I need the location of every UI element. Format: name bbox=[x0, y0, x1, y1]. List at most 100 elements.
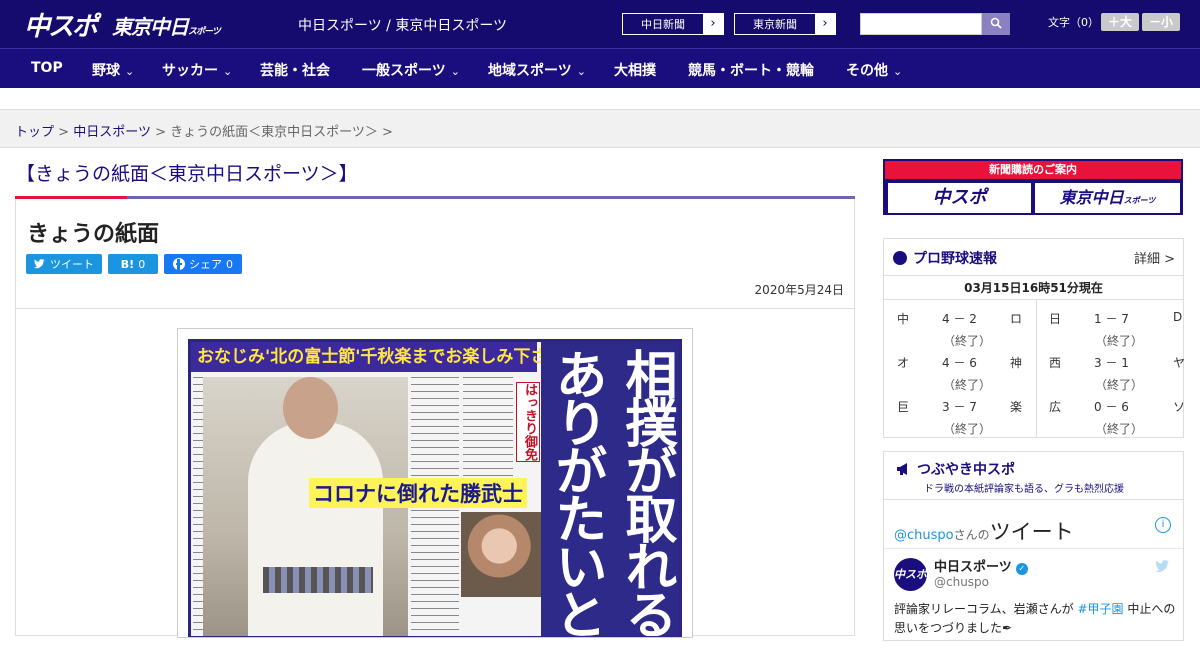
scores-timestamp: 03月15日16時51分現在 bbox=[884, 275, 1183, 300]
breadcrumb-separator: > bbox=[58, 125, 70, 140]
nav-item-label: 野球 bbox=[92, 63, 120, 79]
breadcrumb-bar: トップ > 中日スポーツ > きょうの紙面＜東京中日スポーツ＞ > bbox=[0, 110, 1200, 148]
game-score[interactable]: 中 4 － 2 ロ （終了） bbox=[897, 300, 1037, 348]
team-away: ロ bbox=[1010, 312, 1023, 326]
tweet-user-name-text: 中日スポーツ bbox=[934, 560, 1012, 575]
nav-item-top[interactable]: TOP bbox=[31, 60, 63, 76]
breadcrumb-chunichi-sports[interactable]: 中日スポーツ bbox=[73, 125, 151, 140]
breadcrumb-top[interactable]: トップ bbox=[15, 125, 54, 140]
facebook-share-label: シェア bbox=[189, 258, 222, 271]
chevron-down-icon: ⌄ bbox=[125, 65, 135, 78]
page-title: 【きょうの紙面＜東京中日スポーツ＞】 bbox=[16, 163, 358, 185]
twitter-bird-icon[interactable] bbox=[1155, 560, 1171, 573]
tokyo-chunichi-logo[interactable]: 東京中日スポーツ bbox=[112, 11, 221, 40]
tweet-button[interactable]: ツイート bbox=[26, 254, 102, 274]
hatena-icon: B! bbox=[120, 257, 135, 271]
sumo-photo bbox=[461, 512, 546, 597]
game-score-value: 0 － 6 bbox=[1094, 400, 1129, 414]
promo-tokyo-chunichi-small: スポーツ bbox=[1123, 196, 1156, 205]
nav-item-sumo[interactable]: 大相撲 bbox=[614, 60, 656, 80]
verified-badge-icon: ✓ bbox=[1015, 563, 1028, 575]
avatar[interactable]: 中スポ bbox=[894, 558, 927, 591]
facebook-icon bbox=[173, 258, 185, 270]
scores-title: プロ野球速報 bbox=[893, 248, 997, 268]
tweets-title: つぶやき中スポ bbox=[896, 459, 1015, 479]
team-away: 楽 bbox=[1010, 400, 1023, 414]
chevron-down-icon: ⌄ bbox=[450, 65, 460, 78]
tokyo-chunichi-logo-small: スポーツ bbox=[188, 27, 221, 37]
nav-item-general-sports[interactable]: 一般スポーツ ⌄ bbox=[362, 60, 460, 80]
tweet-user-handle[interactable]: @chuspo bbox=[934, 575, 989, 589]
game-score[interactable]: 巨 3 － 7 楽 （終了） bbox=[897, 388, 1037, 436]
search-input[interactable] bbox=[860, 13, 982, 35]
nav-item-other[interactable]: その他 ⌄ bbox=[846, 60, 902, 80]
divider bbox=[16, 308, 854, 309]
top-bar: 中スポ 東京中日スポーツ 中日スポーツ / 東京中日スポーツ 中日新聞 › 東京… bbox=[0, 0, 1200, 48]
nav-item-label: 競馬・ボート・競輪 bbox=[688, 63, 814, 79]
article-date: 2020年5月24日 bbox=[754, 283, 844, 297]
font-smaller-button[interactable]: －小 bbox=[1142, 13, 1180, 31]
newspaper-subheadline: コロナに倒れた勝武士 bbox=[309, 478, 527, 508]
twitter-widget: つぶやき中スポ ドラ戦の本紙評論家も語る、グラも熱烈応援 @chuspoさんのツ… bbox=[883, 451, 1184, 641]
team-home: 広 bbox=[1049, 400, 1062, 414]
nav-item-label: 芸能・社会 bbox=[260, 63, 330, 79]
font-bigger-button[interactable]: ＋大 bbox=[1101, 13, 1139, 31]
newspaper-big-headline-1: 相撲が取れる bbox=[611, 342, 679, 636]
twitter-bird-icon bbox=[34, 259, 45, 269]
breadcrumb-current: きょうの紙面＜東京中日スポーツ＞ bbox=[170, 125, 378, 140]
nav-item-label: TOP bbox=[31, 60, 63, 76]
tokyo-shimbun-button[interactable]: 東京新聞 › bbox=[734, 13, 836, 35]
scores-detail-link[interactable]: 詳細 > bbox=[1134, 248, 1175, 267]
tweet-text: 評論家リレーコラム、岩瀬さんが #甲子園 中止への思いをつづりました✒ bbox=[894, 600, 1178, 638]
nav-item-local-sports[interactable]: 地域スポーツ ⌄ bbox=[488, 60, 586, 80]
game-score[interactable]: 広 0 － 6 ソ （終了） bbox=[1049, 388, 1189, 436]
site-title[interactable]: 中日スポーツ / 東京中日スポーツ bbox=[298, 15, 507, 35]
nav-item-baseball[interactable]: 野球 ⌄ bbox=[92, 60, 134, 80]
pen-icon: ✒ bbox=[1002, 621, 1013, 635]
team-home: 中 bbox=[897, 312, 910, 326]
nav-item-label: サッカー bbox=[162, 63, 218, 79]
timeline-account-suffix: さんの bbox=[953, 528, 990, 542]
facebook-share-button[interactable]: シェア 0 bbox=[164, 254, 242, 274]
nav-item-label: 一般スポーツ bbox=[362, 63, 446, 79]
megaphone-icon bbox=[897, 463, 907, 475]
person-figure bbox=[248, 422, 383, 636]
chuspo-logo[interactable]: 中スポ bbox=[24, 6, 98, 43]
game-status: （終了） bbox=[943, 422, 992, 436]
chevron-right-icon: › bbox=[815, 14, 835, 34]
nav-item-label: 地域スポーツ bbox=[488, 63, 572, 79]
newspaper-front-page-image[interactable]: おなじみ'北の富士節'千秋楽までお楽しみ下さい コロナに倒れた勝武士 はっきり御… bbox=[177, 328, 693, 638]
promo-chuspo-logo[interactable]: 中スポ bbox=[888, 183, 1031, 213]
nav-item-entertainment[interactable]: 芸能・社会 bbox=[260, 60, 330, 80]
chevron-down-icon: ⌄ bbox=[893, 65, 903, 78]
search-icon bbox=[990, 17, 1002, 29]
subscription-promo[interactable]: 新聞購読のご案内 中スポ 東京中日スポーツ bbox=[883, 159, 1183, 215]
team-home: 巨 bbox=[897, 400, 910, 414]
chunichi-shimbun-button[interactable]: 中日新聞 › bbox=[622, 13, 724, 35]
tweets-title-text: つぶやき中スポ bbox=[917, 462, 1015, 478]
tweet-label: ツイート bbox=[50, 258, 94, 271]
breadcrumb-separator: > bbox=[382, 125, 393, 140]
newspaper-badge: はっきり御免 bbox=[516, 382, 540, 462]
tweet-user-name[interactable]: 中日スポーツ ✓ bbox=[934, 556, 1028, 575]
game-score[interactable]: 西 3 － 1 ヤ （終了） bbox=[1049, 344, 1189, 392]
team-home: 西 bbox=[1049, 356, 1062, 370]
hatena-count: 0 bbox=[138, 257, 146, 271]
tweet-hashtag-link[interactable]: #甲子園 bbox=[1077, 602, 1123, 616]
nav-item-soccer[interactable]: サッカー ⌄ bbox=[162, 60, 232, 80]
promo-tokyo-chunichi-text: 東京中日 bbox=[1059, 188, 1124, 207]
article-card: きょうの紙面 ツイート B! 0 シェア 0 2020年5月24日 おなじみ'北… bbox=[15, 196, 855, 638]
hatena-bookmark-button[interactable]: B! 0 bbox=[108, 254, 158, 274]
game-score[interactable]: オ 4 － 6 神 （終了） bbox=[897, 344, 1037, 392]
divider bbox=[884, 548, 1183, 549]
info-icon[interactable]: i bbox=[1155, 517, 1171, 533]
promo-tokyo-chunichi-logo[interactable]: 東京中日スポーツ bbox=[1035, 183, 1180, 213]
game-score[interactable]: 日 1 － 7 D （終了） bbox=[1049, 300, 1189, 348]
search-button[interactable] bbox=[982, 13, 1010, 35]
newspaper-top-headline: おなじみ'北の富士節'千秋楽までお楽しみ下さい bbox=[191, 342, 564, 372]
team-away: D bbox=[1173, 310, 1183, 324]
nav-item-racing[interactable]: 競馬・ボート・競輪 bbox=[688, 60, 814, 80]
main-nav: TOP 野球 ⌄ サッカー ⌄ 芸能・社会 一般スポーツ ⌄ 地域スポーツ ⌄ 大相撲 … bbox=[0, 48, 1200, 88]
timeline-account-link[interactable]: @chuspo bbox=[894, 528, 954, 543]
chevron-down-icon: ⌄ bbox=[576, 65, 586, 78]
